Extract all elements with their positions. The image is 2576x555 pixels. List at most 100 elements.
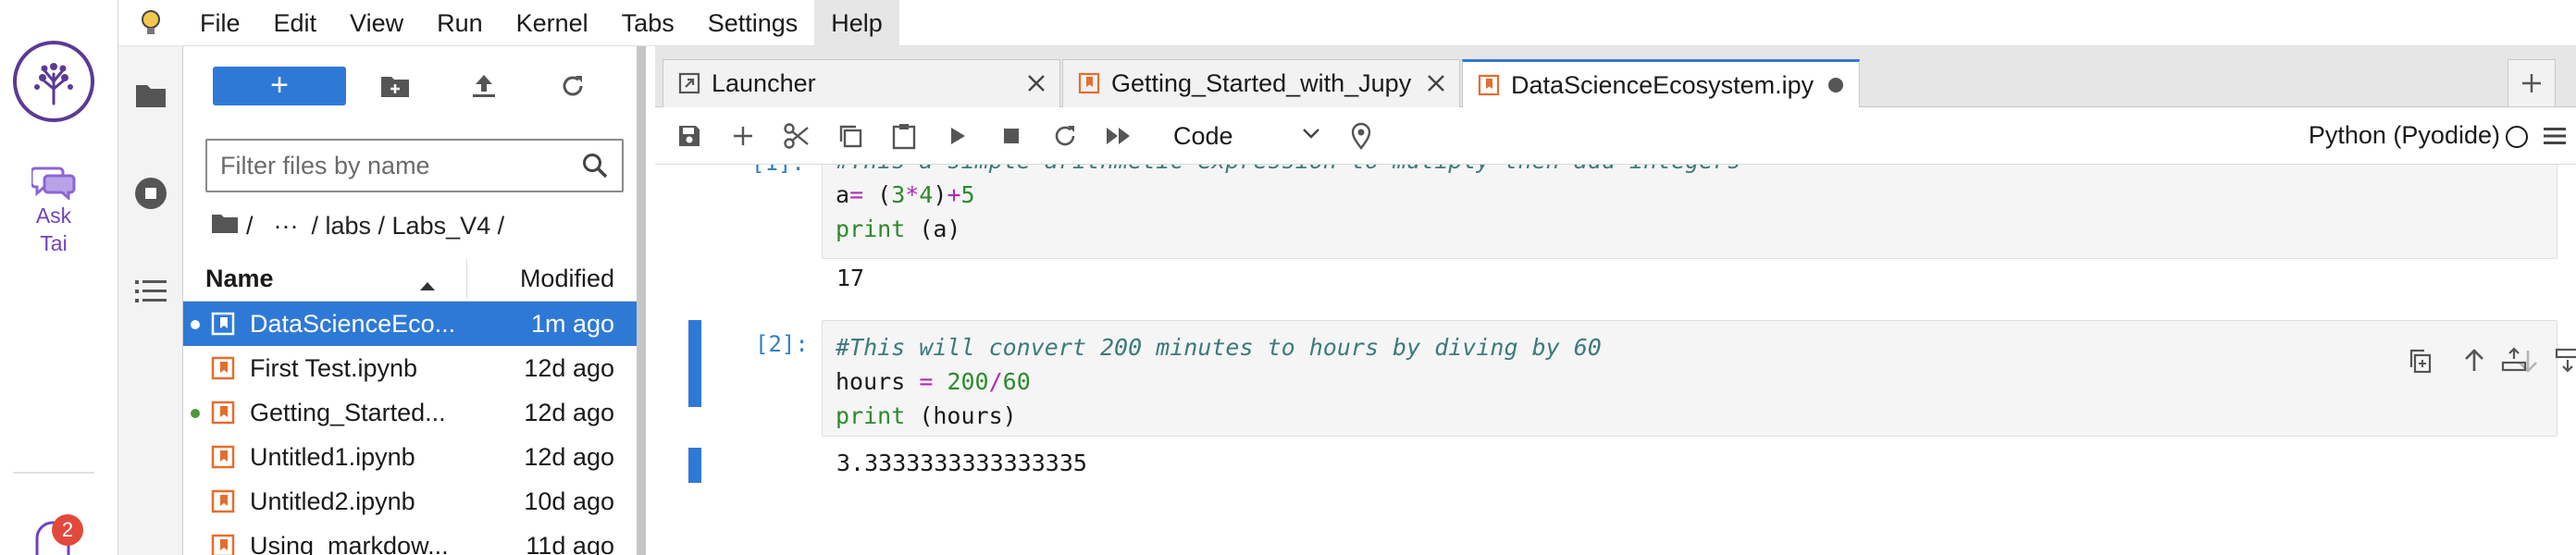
insert-cell-below-icon[interactable] — [2552, 344, 2576, 376]
menu-bar: File Edit View Run Kernel Tabs Settings … — [118, 0, 2576, 46]
kernel-name[interactable]: Python (Pyodide) — [2309, 121, 2500, 150]
chevron-down-icon — [1303, 129, 1319, 139]
folder-icon[interactable] — [133, 78, 168, 113]
cell-prompt: [2]: — [755, 331, 809, 357]
copy-icon[interactable] — [835, 120, 866, 152]
file-row[interactable]: First Test.ipynb 12d ago — [183, 346, 637, 390]
breadcrumb-path[interactable]: / labs / Labs_V4 / — [312, 212, 505, 240]
tab-launcher[interactable]: Launcher — [663, 59, 1060, 107]
notebook-icon — [211, 312, 235, 336]
file-modified: 12d ago — [524, 443, 614, 471]
running-indicator-icon — [191, 409, 200, 418]
plus-icon — [2522, 74, 2541, 92]
code-line: print (hours) — [836, 402, 1017, 429]
insert-cell-above-icon[interactable] — [2498, 344, 2530, 376]
code-comment: #This a simple arithmetic expression to … — [836, 165, 2557, 178]
cell-output-collapser[interactable] — [688, 448, 701, 483]
run-icon[interactable] — [942, 120, 973, 152]
save-icon[interactable] — [674, 120, 705, 152]
refresh-icon[interactable] — [557, 70, 588, 102]
close-icon[interactable] — [1024, 71, 1048, 95]
menu-kernel[interactable]: Kernel — [500, 0, 605, 46]
notification-badge: 2 — [52, 514, 83, 546]
breadcrumb: / ··· / labs / Labs_V4 / — [211, 209, 512, 242]
search-icon[interactable] — [581, 152, 609, 184]
cell-type-value: Code — [1173, 122, 1233, 150]
file-row[interactable]: Untitled2.ipynb 10d ago — [183, 479, 637, 524]
notebook-icon — [1078, 72, 1100, 94]
menu-edit[interactable]: Edit — [257, 0, 334, 46]
app-logo-icon[interactable] — [13, 41, 94, 122]
column-modified-header[interactable]: Modified — [520, 265, 614, 293]
menu-tabs[interactable]: Tabs — [605, 0, 691, 46]
close-icon[interactable] — [1424, 71, 1448, 95]
notebook-icon — [211, 534, 235, 555]
unsaved-indicator-icon — [191, 320, 200, 329]
code-editor[interactable]: #This a simple arithmetic expression to … — [822, 165, 2557, 259]
menu-help[interactable]: Help — [814, 0, 899, 46]
stop-icon[interactable] — [996, 120, 1027, 152]
breadcrumb-root[interactable]: / — [246, 212, 254, 240]
file-modified: 11d ago — [526, 532, 614, 555]
file-modified: 12d ago — [524, 354, 614, 382]
file-row[interactable]: DataScienceEco... 1m ago — [183, 302, 637, 346]
menu-file[interactable]: File — [183, 0, 257, 46]
document-tab-bar: Launcher Getting_Started_with_Jupy DataS… — [655, 46, 2576, 108]
menu-run[interactable]: Run — [420, 0, 500, 46]
file-row[interactable]: Untitled1.ipynb 12d ago — [183, 435, 637, 479]
file-filter-box — [205, 139, 624, 192]
column-name-header[interactable]: Name — [205, 265, 274, 293]
location-pin-icon[interactable] — [1345, 120, 1377, 152]
code-line: hours = 200/60 — [836, 368, 1031, 395]
kernel-idle-icon — [2506, 126, 2528, 148]
insert-cell-icon[interactable] — [727, 120, 759, 152]
table-of-contents-icon[interactable] — [133, 274, 168, 309]
file-name: Getting_Started... — [250, 399, 446, 426]
tab-getting-started[interactable]: Getting_Started_with_Jupy — [1062, 59, 1460, 107]
add-tab-button[interactable] — [2508, 59, 2556, 107]
column-divider — [466, 259, 467, 298]
sort-ascending-icon — [418, 270, 437, 299]
new-launcher-button[interactable]: + — [213, 67, 346, 105]
file-filter-input[interactable] — [220, 141, 572, 191]
running-sessions-icon[interactable] — [133, 176, 168, 211]
notebook-toolbar: Code Python (Pyodide) — [655, 107, 2576, 165]
breadcrumb-ellipsis[interactable]: ··· — [274, 212, 299, 240]
menu-view[interactable]: View — [333, 0, 420, 46]
duplicate-cell-icon[interactable] — [2405, 345, 2436, 376]
new-folder-icon[interactable] — [379, 70, 411, 102]
ask-tai-button[interactable]: Ask Tai — [19, 163, 89, 257]
file-name: Untitled2.ipynb — [250, 487, 415, 515]
cell-input-collapser[interactable] — [688, 320, 701, 407]
file-name: First Test.ipynb — [250, 354, 418, 382]
chat-bubble-icon — [31, 166, 76, 200]
file-row[interactable]: Using_markdow... 11d ago — [183, 524, 637, 555]
notebook-panel: [1]: #This a simple arithmetic expressio… — [655, 165, 2576, 555]
file-row[interactable]: Getting_Started... 12d ago — [183, 390, 637, 435]
move-up-icon[interactable] — [2458, 345, 2490, 376]
home-folder-icon[interactable] — [211, 212, 239, 240]
lightbulb-icon — [118, 0, 183, 46]
file-browser: + / ··· / labs / Labs_V4 / Name Modified — [183, 46, 646, 555]
paste-icon[interactable] — [888, 120, 920, 152]
cell-prompt: [1]: — [751, 165, 805, 176]
code-comment: #This will convert 200 minutes to hours … — [836, 334, 1602, 361]
unsaved-dot-icon[interactable] — [1824, 73, 1848, 97]
code-line: print (a) — [836, 216, 961, 242]
file-list: DataScienceEco... 1m ago First Test.ipyn… — [183, 302, 637, 555]
ask-tai-label-line1: Ask — [35, 204, 72, 228]
activity-bar: Ask Tai 2 — [0, 0, 118, 555]
file-name: Untitled1.ipynb — [250, 443, 415, 471]
restart-icon[interactable] — [1049, 120, 1081, 152]
code-editor[interactable]: #This will convert 200 minutes to hours … — [822, 320, 2557, 437]
menu-settings[interactable]: Settings — [691, 0, 815, 46]
upload-icon[interactable] — [468, 70, 500, 102]
cell-type-select[interactable]: Code — [1166, 117, 1332, 155]
hamburger-menu-icon[interactable] — [2541, 122, 2569, 150]
cut-icon[interactable] — [781, 120, 812, 152]
tab-label: DataScienceEcosystem.ipy — [1511, 71, 1814, 99]
file-modified: 1m ago — [530, 310, 614, 338]
fast-forward-icon[interactable] — [1103, 120, 1134, 152]
tab-datascienceecosystem[interactable]: DataScienceEcosystem.ipy — [1462, 59, 1860, 108]
file-name: DataScienceEco... — [250, 310, 456, 338]
